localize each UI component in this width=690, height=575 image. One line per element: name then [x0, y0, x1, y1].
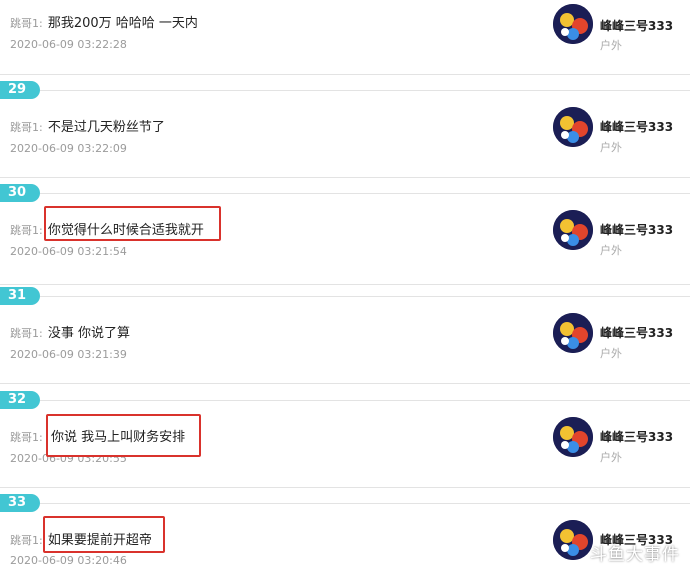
row-divider: [0, 383, 690, 384]
sender-prefix: 跳哥1:: [10, 17, 43, 30]
highlight-box: [44, 206, 221, 241]
timestamp: 2020-06-09 03:21:54: [10, 245, 127, 258]
message-row: 33 跳哥1: 如果要提前开超帝 2020-06-09 03:20:46 峰峰三…: [0, 494, 690, 575]
message-line: 跳哥1: 不是过几天粉丝节了: [10, 116, 165, 135]
username[interactable]: 峰峰三号333: [600, 221, 673, 238]
category-tag: 户外: [600, 347, 622, 360]
highlight-box: [43, 516, 165, 553]
message-row: 31 跳哥1: 没事 你说了算 2020-06-09 03:21:39 峰峰三号…: [0, 287, 690, 387]
watermark: 斗鱼大事件: [590, 545, 680, 565]
timestamp: 2020-06-09 03:21:39: [10, 348, 127, 361]
timestamp: 2020-06-09 03:20:46: [10, 554, 127, 567]
row-divider: [0, 177, 690, 178]
username[interactable]: 峰峰三号333: [600, 118, 673, 135]
message-text: 不是过几天粉丝节了: [47, 120, 165, 135]
row-divider: [0, 284, 690, 285]
timestamp: 2020-06-09 03:22:28: [10, 38, 127, 51]
row-divider: [40, 90, 690, 91]
avatar[interactable]: [553, 210, 593, 250]
row-divider: [0, 487, 690, 488]
category-tag: 户外: [600, 39, 622, 52]
item-number-badge: 33: [0, 494, 40, 512]
item-number-badge: 32: [0, 391, 40, 409]
avatar[interactable]: [553, 417, 593, 457]
avatar[interactable]: [553, 4, 593, 44]
message-text: 没事 你说了算: [47, 326, 130, 341]
avatar[interactable]: [553, 313, 593, 353]
sender-prefix: 跳哥1:: [10, 121, 43, 134]
row-divider: [40, 296, 690, 297]
username[interactable]: 峰峰三号333: [600, 324, 673, 341]
avatar[interactable]: [553, 520, 593, 560]
sender-prefix: 跳哥1:: [10, 224, 43, 237]
timestamp: 2020-06-09 03:22:09: [10, 142, 127, 155]
row-divider: [40, 400, 690, 401]
category-tag: 户外: [600, 244, 622, 257]
row-divider: [40, 193, 690, 194]
row-divider: [0, 74, 690, 75]
item-number-badge: 30: [0, 184, 40, 202]
message-text: 那我200万 哈哈哈 一天内: [47, 16, 198, 31]
message-line: 跳哥1: 那我200万 哈哈哈 一天内: [10, 12, 198, 31]
message-text: 你说 我马上叫财务安排: [51, 430, 186, 445]
category-tag: 户外: [600, 141, 622, 154]
row-divider: [40, 503, 690, 504]
message-row: 32 跳哥1: 你说 我马上叫财务安排 2020-06-09 03:20:55 …: [0, 391, 690, 491]
avatar[interactable]: [553, 107, 593, 147]
message-row: 29 跳哥1: 不是过几天粉丝节了 2020-06-09 03:22:09 峰峰…: [0, 81, 690, 181]
message-line-overlay: 你说 我马上叫财务安排: [51, 426, 185, 445]
message-line: 跳哥1: 没事 你说了算: [10, 322, 130, 341]
message-row: 30 跳哥1: 你觉得什么时候合适我就开 2020-06-09 03:21:54…: [0, 184, 690, 288]
category-tag: 户外: [600, 451, 622, 464]
message-row: 跳哥1: 那我200万 哈哈哈 一天内 2020-06-09 03:22:28 …: [0, 0, 690, 76]
item-number-badge: 31: [0, 287, 40, 305]
item-number-badge: 29: [0, 81, 40, 99]
sender-prefix: 跳哥1:: [10, 431, 43, 444]
sender-prefix: 跳哥1:: [10, 534, 43, 547]
sender-prefix: 跳哥1:: [10, 327, 43, 340]
username[interactable]: 峰峰三号333: [600, 428, 673, 445]
username[interactable]: 峰峰三号333: [600, 17, 673, 34]
